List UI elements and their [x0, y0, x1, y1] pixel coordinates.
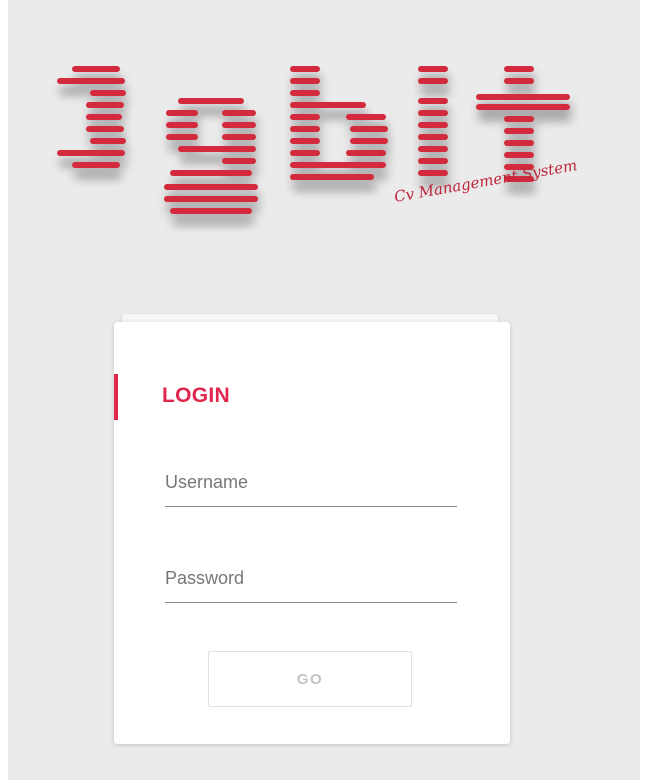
login-title: LOGIN — [162, 384, 230, 407]
login-title-accent-bar — [114, 374, 118, 420]
username-input[interactable] — [165, 464, 457, 507]
login-card: LOGIN GO — [114, 322, 510, 744]
password-input[interactable] — [165, 560, 457, 603]
brand-logo — [57, 66, 570, 214]
go-button[interactable]: GO — [208, 651, 412, 707]
